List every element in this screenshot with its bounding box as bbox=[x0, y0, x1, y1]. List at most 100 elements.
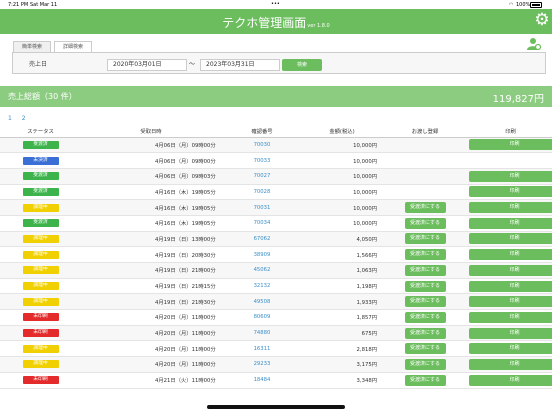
print-cell: 印刷 bbox=[469, 199, 552, 216]
home-indicator[interactable] bbox=[207, 405, 345, 409]
mark-delivered-button[interactable]: 受渡済にする bbox=[404, 249, 446, 261]
user-settings-icon[interactable] bbox=[527, 37, 541, 51]
print-cell: 印刷 bbox=[469, 325, 552, 342]
print-button[interactable]: 印刷 bbox=[469, 296, 552, 308]
multitasking-dots-icon[interactable]: ••• bbox=[271, 1, 280, 7]
mark-delivered-button[interactable]: 受渡済にする bbox=[404, 343, 446, 355]
date-from-input[interactable]: 2020年03月01日 bbox=[107, 59, 187, 71]
print-button[interactable]: 印刷 bbox=[469, 343, 552, 355]
number-cell: 70028 bbox=[221, 184, 303, 201]
confirmation-number-link[interactable]: 38909 bbox=[254, 252, 271, 258]
number-cell: 16311 bbox=[221, 340, 303, 358]
datetime-cell: 4月20日（月）11時00分 bbox=[81, 340, 221, 358]
page-link-2[interactable]: 2 bbox=[22, 115, 26, 122]
tab-simple-search[interactable]: 簡単検索 bbox=[13, 41, 51, 52]
print-button[interactable]: 印刷 bbox=[469, 280, 552, 292]
print-button[interactable]: 印刷 bbox=[469, 374, 552, 386]
table-row: 未印刷 4月20日（月）11時00分 74880 675円 受渡済にする 印刷 bbox=[0, 325, 552, 342]
confirmation-number-link[interactable]: 80609 bbox=[254, 314, 271, 320]
status-cell: 受渡済 bbox=[0, 215, 81, 232]
print-button[interactable]: 印刷 bbox=[469, 202, 552, 214]
col-header-handover: お渡し登録 bbox=[381, 125, 469, 138]
print-cell: 印刷 bbox=[469, 293, 552, 311]
print-button[interactable]: 印刷 bbox=[469, 264, 552, 276]
date-to-input[interactable]: 2023年03月31日 bbox=[200, 59, 280, 71]
amount-cell: 10,000円 bbox=[303, 168, 381, 185]
handover-cell: 受渡済にする bbox=[381, 278, 469, 295]
status-badge: 調理中 bbox=[22, 282, 59, 291]
print-button[interactable]: 印刷 bbox=[469, 233, 552, 245]
status-badge: 受渡済 bbox=[22, 140, 59, 149]
datetime-cell: 4月06日（月）09時03分 bbox=[81, 168, 221, 185]
status-cell: 調理中 bbox=[0, 246, 81, 263]
handover-cell: 受渡済にする bbox=[381, 372, 469, 389]
confirmation-number-link[interactable]: 18484 bbox=[254, 377, 271, 383]
print-cell: 印刷 bbox=[469, 215, 552, 232]
status-cell: 調理中 bbox=[0, 293, 81, 311]
confirmation-number-link[interactable]: 29233 bbox=[254, 361, 271, 367]
search-button[interactable]: 検索 bbox=[282, 59, 322, 71]
number-cell: 32132 bbox=[221, 278, 303, 295]
status-badge: 調理中 bbox=[22, 250, 59, 259]
print-button[interactable]: 印刷 bbox=[469, 358, 552, 370]
col-header-datetime: 受取日時 bbox=[81, 125, 221, 138]
status-badge: 受渡済 bbox=[22, 172, 59, 181]
confirmation-number-link[interactable]: 70027 bbox=[254, 173, 271, 179]
amount-cell: 10,000円 bbox=[303, 137, 381, 154]
print-button[interactable]: 印刷 bbox=[469, 217, 552, 229]
confirmation-number-link[interactable]: 16311 bbox=[254, 346, 271, 352]
mark-delivered-button[interactable]: 受渡済にする bbox=[404, 311, 446, 323]
mark-delivered-button[interactable]: 受渡済にする bbox=[404, 358, 446, 370]
tab-detailed-search[interactable]: 詳細検索 bbox=[54, 41, 92, 52]
status-badge: 未決済 bbox=[22, 156, 59, 165]
datetime-cell: 4月20日（月）11時00分 bbox=[81, 325, 221, 342]
number-cell: 80609 bbox=[221, 309, 303, 326]
datetime-cell: 4月06日（月）09時00分 bbox=[81, 152, 221, 169]
confirmation-number-link[interactable]: 32132 bbox=[254, 283, 271, 289]
confirmation-number-link[interactable]: 70028 bbox=[254, 189, 271, 195]
page-link-1[interactable]: 1 bbox=[8, 115, 12, 122]
mark-delivered-button[interactable]: 受渡済にする bbox=[404, 327, 446, 339]
print-button[interactable]: 印刷 bbox=[469, 327, 552, 339]
number-cell: 70034 bbox=[221, 215, 303, 232]
datetime-cell: 4月20日（月）11時00分 bbox=[81, 356, 221, 373]
print-button[interactable]: 印刷 bbox=[469, 139, 552, 151]
datetime-cell: 4月19日（日）21時00分 bbox=[81, 262, 221, 279]
number-cell: 70033 bbox=[221, 152, 303, 169]
table-row: 調理中 4月19日（日）20時30分 38909 1,566円 受渡済にする 印刷 bbox=[0, 246, 552, 263]
status-bar: 7:21 PM Sat Mar 11 ••• ◠ 100% bbox=[0, 0, 552, 9]
status-badge: 調理中 bbox=[22, 266, 59, 275]
confirmation-number-link[interactable]: 49508 bbox=[254, 299, 271, 305]
number-cell: 18484 bbox=[221, 372, 303, 389]
confirmation-number-link[interactable]: 67062 bbox=[254, 236, 271, 242]
confirmation-number-link[interactable]: 70031 bbox=[254, 205, 271, 211]
print-button[interactable]: 印刷 bbox=[469, 186, 552, 198]
mark-delivered-button[interactable]: 受渡済にする bbox=[404, 280, 446, 292]
confirmation-number-link[interactable]: 70033 bbox=[254, 158, 271, 164]
amount-cell: 10,000円 bbox=[303, 152, 381, 169]
mark-delivered-button[interactable]: 受渡済にする bbox=[404, 374, 446, 386]
print-button[interactable]: 印刷 bbox=[469, 311, 552, 323]
sales-summary-bar: 売上総額（30 件） 119,827円 bbox=[0, 86, 552, 107]
confirmation-number-link[interactable]: 70034 bbox=[254, 220, 271, 226]
amount-cell: 2,818円 bbox=[303, 340, 381, 358]
mark-delivered-button[interactable]: 受渡済にする bbox=[404, 296, 446, 308]
gear-icon[interactable]: ⚙ bbox=[533, 11, 551, 29]
mark-delivered-button[interactable]: 受渡済にする bbox=[404, 202, 446, 214]
wifi-icon: ◠ bbox=[509, 2, 514, 8]
status-cell: 調理中 bbox=[0, 340, 81, 358]
print-button[interactable]: 印刷 bbox=[469, 249, 552, 261]
confirmation-number-link[interactable]: 74880 bbox=[254, 330, 271, 336]
status-cell: 未印刷 bbox=[0, 372, 81, 389]
mark-delivered-button[interactable]: 受渡済にする bbox=[404, 217, 446, 229]
status-badge: 受渡済 bbox=[22, 219, 59, 228]
mark-delivered-button[interactable]: 受渡済にする bbox=[404, 233, 446, 245]
status-badge: 調理中 bbox=[22, 297, 59, 306]
confirmation-number-link[interactable]: 45062 bbox=[254, 267, 271, 273]
mark-delivered-button[interactable]: 受渡済にする bbox=[404, 264, 446, 276]
print-cell: 印刷 bbox=[469, 184, 552, 201]
date-range-separator: 〜 bbox=[189, 61, 196, 68]
number-cell: 29233 bbox=[221, 356, 303, 373]
confirmation-number-link[interactable]: 70030 bbox=[254, 142, 271, 148]
print-button[interactable]: 印刷 bbox=[469, 170, 552, 182]
